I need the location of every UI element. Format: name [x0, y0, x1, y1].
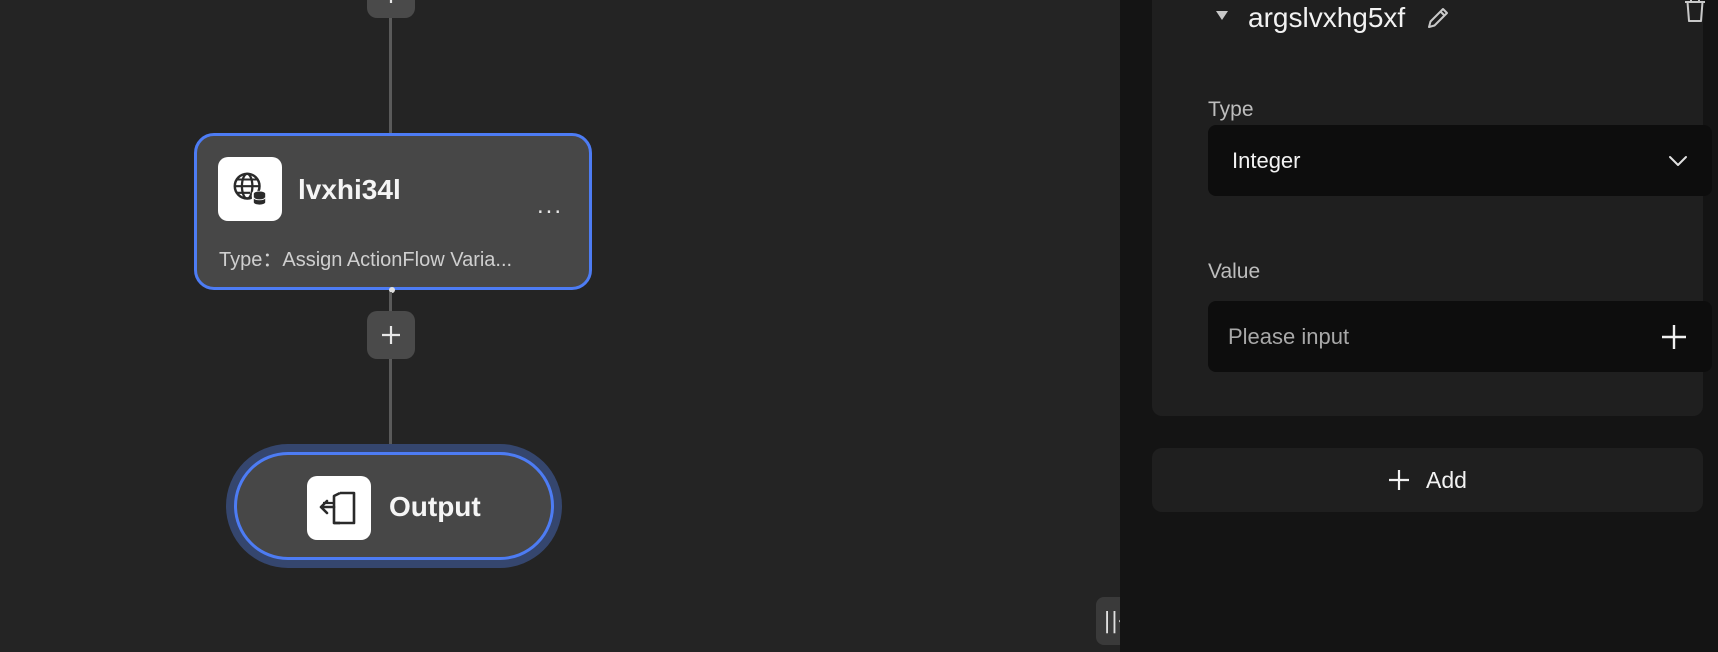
add-node-button[interactable]	[367, 311, 415, 359]
type-label: Type	[1208, 98, 1254, 121]
chevron-down-icon	[1669, 156, 1687, 166]
value-input[interactable]: Please input	[1208, 301, 1712, 372]
globe-database-icon	[218, 157, 282, 221]
value-input-placeholder: Please input	[1228, 324, 1350, 349]
node-more-menu[interactable]: ...	[537, 192, 563, 220]
type-select[interactable]: Integer	[1208, 125, 1712, 196]
action-node-card[interactable]: lvxhi34l ... Type：Assign ActionFlow Vari…	[194, 133, 592, 290]
argument-name: argslvxhg5xf	[1248, 2, 1406, 33]
add-node-button-top[interactable]	[367, 0, 415, 18]
edit-icon[interactable]	[1424, 4, 1452, 37]
type-select-value: Integer	[1232, 148, 1301, 173]
edge-top	[389, 0, 392, 135]
add-argument-label: Add	[1426, 466, 1467, 493]
trash-icon[interactable]	[1682, 0, 1708, 29]
flow-canvas[interactable]: lvxhi34l ... Type：Assign ActionFlow Vari…	[0, 0, 1120, 652]
argument-card: argslvxhg5xf Type Integer Value Please i…	[1152, 0, 1712, 416]
add-argument-button[interactable]: Add	[1152, 448, 1703, 512]
value-label: Value	[1208, 260, 1261, 283]
output-node-label: Output	[389, 491, 481, 522]
node-title: lvxhi34l	[298, 174, 401, 205]
plus-icon[interactable]	[1660, 323, 1688, 351]
node-type-text: Type：Assign ActionFlow Varia...	[219, 249, 513, 271]
plus-icon	[1389, 470, 1410, 490]
properties-panel: argslvxhg5xf Type Integer Value Please i…	[1120, 0, 1718, 652]
output-exit-icon	[307, 476, 371, 540]
plus-icon	[382, 326, 400, 344]
collapse-caret-icon[interactable]	[1216, 11, 1228, 20]
plus-icon	[389, 0, 393, 3]
output-node[interactable]: Output	[234, 452, 554, 560]
